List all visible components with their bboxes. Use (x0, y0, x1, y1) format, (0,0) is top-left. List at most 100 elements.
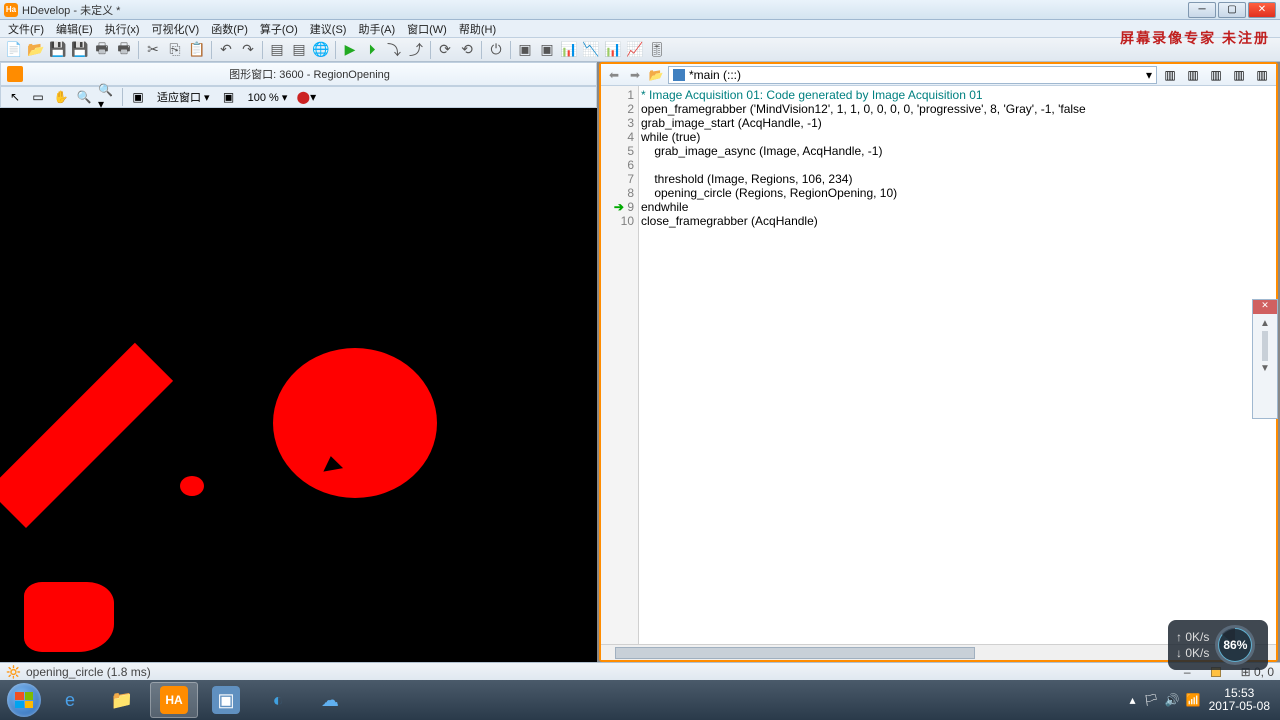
chart4-button[interactable]: 📈 (625, 40, 645, 60)
copy-button[interactable]: ⎘ (165, 40, 185, 60)
menu-visualize[interactable]: 可视化(V) (148, 20, 204, 38)
menu-function[interactable]: 函数(P) (207, 20, 252, 38)
tray-volume-icon[interactable]: 🔊 (1165, 693, 1180, 707)
run-button[interactable]: ▶ (340, 40, 360, 60)
tray-clock[interactable]: 15:53 2017-05-08 (1209, 687, 1270, 713)
roi-button[interactable]: ▭ (28, 88, 48, 106)
redo-button[interactable]: ↷ (238, 40, 258, 60)
zoom-in-button[interactable]: 🔍 (74, 88, 94, 106)
battery-widget[interactable]: ↑ 0K/s ↓ 0K/s 86% (1168, 620, 1268, 670)
zoom-value[interactable]: 100 % ▾ (242, 91, 294, 104)
chart1-button[interactable]: 📊 (559, 40, 579, 60)
list1-button[interactable]: ▤ (267, 40, 287, 60)
toolwindow-slider[interactable] (1262, 331, 1268, 361)
step-into-button[interactable]: ⤵ (384, 40, 404, 60)
copy-icon: ⎘ (169, 41, 180, 58)
ct-btn3[interactable]: ▥ (1206, 65, 1226, 85)
task-hdevelop[interactable]: HA (150, 682, 198, 718)
win2-icon: ▣ (540, 41, 553, 58)
close-button[interactable]: ✕ (1248, 2, 1276, 18)
save-button[interactable]: 💾 (70, 40, 90, 60)
menu-edit[interactable]: 编辑(E) (52, 20, 97, 38)
scrollbar-thumb[interactable] (615, 647, 975, 659)
print2-button[interactable]: 🖶 (114, 40, 134, 60)
down-arrow-icon[interactable]: ▼ (1260, 363, 1270, 374)
tray-action-icon[interactable]: 🏳 (1143, 693, 1158, 707)
tray-network-icon[interactable]: 📶 (1186, 693, 1201, 707)
undo-icon: ↶ (220, 41, 232, 58)
code-panel: ⬅ ➡ 📂 *main (:::) ▾ ▥ ▥ ▥ ▥ ▥ 12345678➔ … (599, 62, 1278, 662)
undo-button[interactable]: ↶ (216, 40, 236, 60)
move-button[interactable]: ✋ (51, 88, 71, 106)
stop-button[interactable]: ⏻ (486, 40, 506, 60)
file-dropdown[interactable]: *main (:::) ▾ (668, 66, 1157, 84)
zoom-out-icon: 🔍▾ (98, 83, 116, 111)
menu-suggest[interactable]: 建议(S) (306, 20, 351, 38)
paste-button[interactable]: 📋 (187, 40, 207, 60)
nav-back-button[interactable]: ⬅ (605, 66, 623, 84)
chart3-icon: 📊 (604, 41, 621, 58)
code-editor[interactable]: 12345678➔ 910 * Image Acquisition 01: Co… (601, 86, 1276, 644)
tray-chevron[interactable]: ▴ (1129, 693, 1135, 707)
step-out-icon: ⤴ (409, 40, 423, 60)
maximize-button[interactable]: ▢ (1218, 2, 1246, 18)
line-gutter: 12345678➔ 910 (601, 86, 639, 644)
task-app1[interactable]: ▣ (202, 682, 250, 718)
menu-window[interactable]: 窗口(W) (403, 20, 451, 38)
task-ie[interactable]: e (46, 682, 94, 718)
chart2-button[interactable]: 📉 (581, 40, 601, 60)
cut-button[interactable]: ✂ (143, 40, 163, 60)
region-bar (0, 343, 173, 528)
battery-percent: 86% (1219, 629, 1251, 661)
color-button[interactable]: ⬤▾ (296, 88, 316, 106)
tune-button[interactable]: 🎚 (647, 40, 667, 60)
step-out-button[interactable]: ⤴ (406, 40, 426, 60)
nav-fwd-button[interactable]: ➡ (626, 66, 644, 84)
nav-open-button[interactable]: 📂 (647, 66, 665, 84)
code-text[interactable]: * Image Acquisition 01: Code generated b… (639, 86, 1276, 644)
ct-btn2[interactable]: ▥ (1183, 65, 1203, 85)
task-app2[interactable]: ◐ (254, 682, 302, 718)
zoom-out-button[interactable]: 🔍▾ (97, 88, 117, 106)
new-button[interactable]: 📄 (4, 40, 24, 60)
menubar: 文件(F) 编辑(E) 执行(x) 可视化(V) 函数(P) 算子(O) 建议(… (0, 20, 1280, 38)
ct-btn1[interactable]: ▥ (1160, 65, 1180, 85)
zoom-in-icon: 🔍 (77, 90, 92, 104)
statusbar: 🔆 opening_circle (1.8 ms) – ⊞ 0, 0 (0, 662, 1280, 680)
globe-button[interactable]: 🌐 (311, 40, 331, 60)
explorer-icon: 📁 (108, 686, 136, 714)
step-over-icon: ⟳ (439, 41, 451, 58)
app-icon: Ha (4, 3, 18, 17)
graphics-panel: 图形窗口: 3600 - RegionOpening ↖ ▭ ✋ 🔍 🔍▾ ▣ … (0, 62, 597, 662)
list2-button[interactable]: ▤ (289, 40, 309, 60)
win2-button[interactable]: ▣ (537, 40, 557, 60)
save-all-button[interactable]: 💾 (48, 40, 68, 60)
graphics-canvas[interactable] (0, 108, 597, 662)
toolwindow-close[interactable]: ✕ (1253, 300, 1277, 314)
zoom100-button[interactable]: ▣ (219, 88, 239, 106)
start-button[interactable] (4, 681, 44, 719)
step-button[interactable]: ⏵ (362, 40, 382, 60)
chart3-button[interactable]: 📊 (603, 40, 623, 60)
win1-button[interactable]: ▣ (515, 40, 535, 60)
menu-assistant[interactable]: 助手(A) (354, 20, 399, 38)
print-button[interactable]: 🖶 (92, 40, 112, 60)
graphics-window-icon (7, 66, 23, 82)
pointer-button[interactable]: ↖ (5, 88, 25, 106)
reset-button[interactable]: ⟲ (457, 40, 477, 60)
ct-btn5[interactable]: ▥ (1252, 65, 1272, 85)
menu-file[interactable]: 文件(F) (4, 20, 48, 38)
fit-label[interactable]: 适应窗口 ▾ (151, 89, 216, 105)
task-app3[interactable]: ☁ (306, 682, 354, 718)
menu-operator[interactable]: 算子(O) (256, 20, 302, 38)
task-explorer[interactable]: 📁 (98, 682, 146, 718)
file-icon: 📄 (5, 41, 22, 58)
ct-btn4[interactable]: ▥ (1229, 65, 1249, 85)
up-arrow-icon[interactable]: ▲ (1260, 318, 1270, 329)
open-button[interactable]: 📂 (26, 40, 46, 60)
minimize-button[interactable]: ─ (1188, 2, 1216, 18)
step-over-button[interactable]: ⟳ (435, 40, 455, 60)
menu-execute[interactable]: 执行(x) (101, 20, 144, 38)
fit-button[interactable]: ▣ (128, 88, 148, 106)
menu-help[interactable]: 帮助(H) (455, 20, 500, 38)
